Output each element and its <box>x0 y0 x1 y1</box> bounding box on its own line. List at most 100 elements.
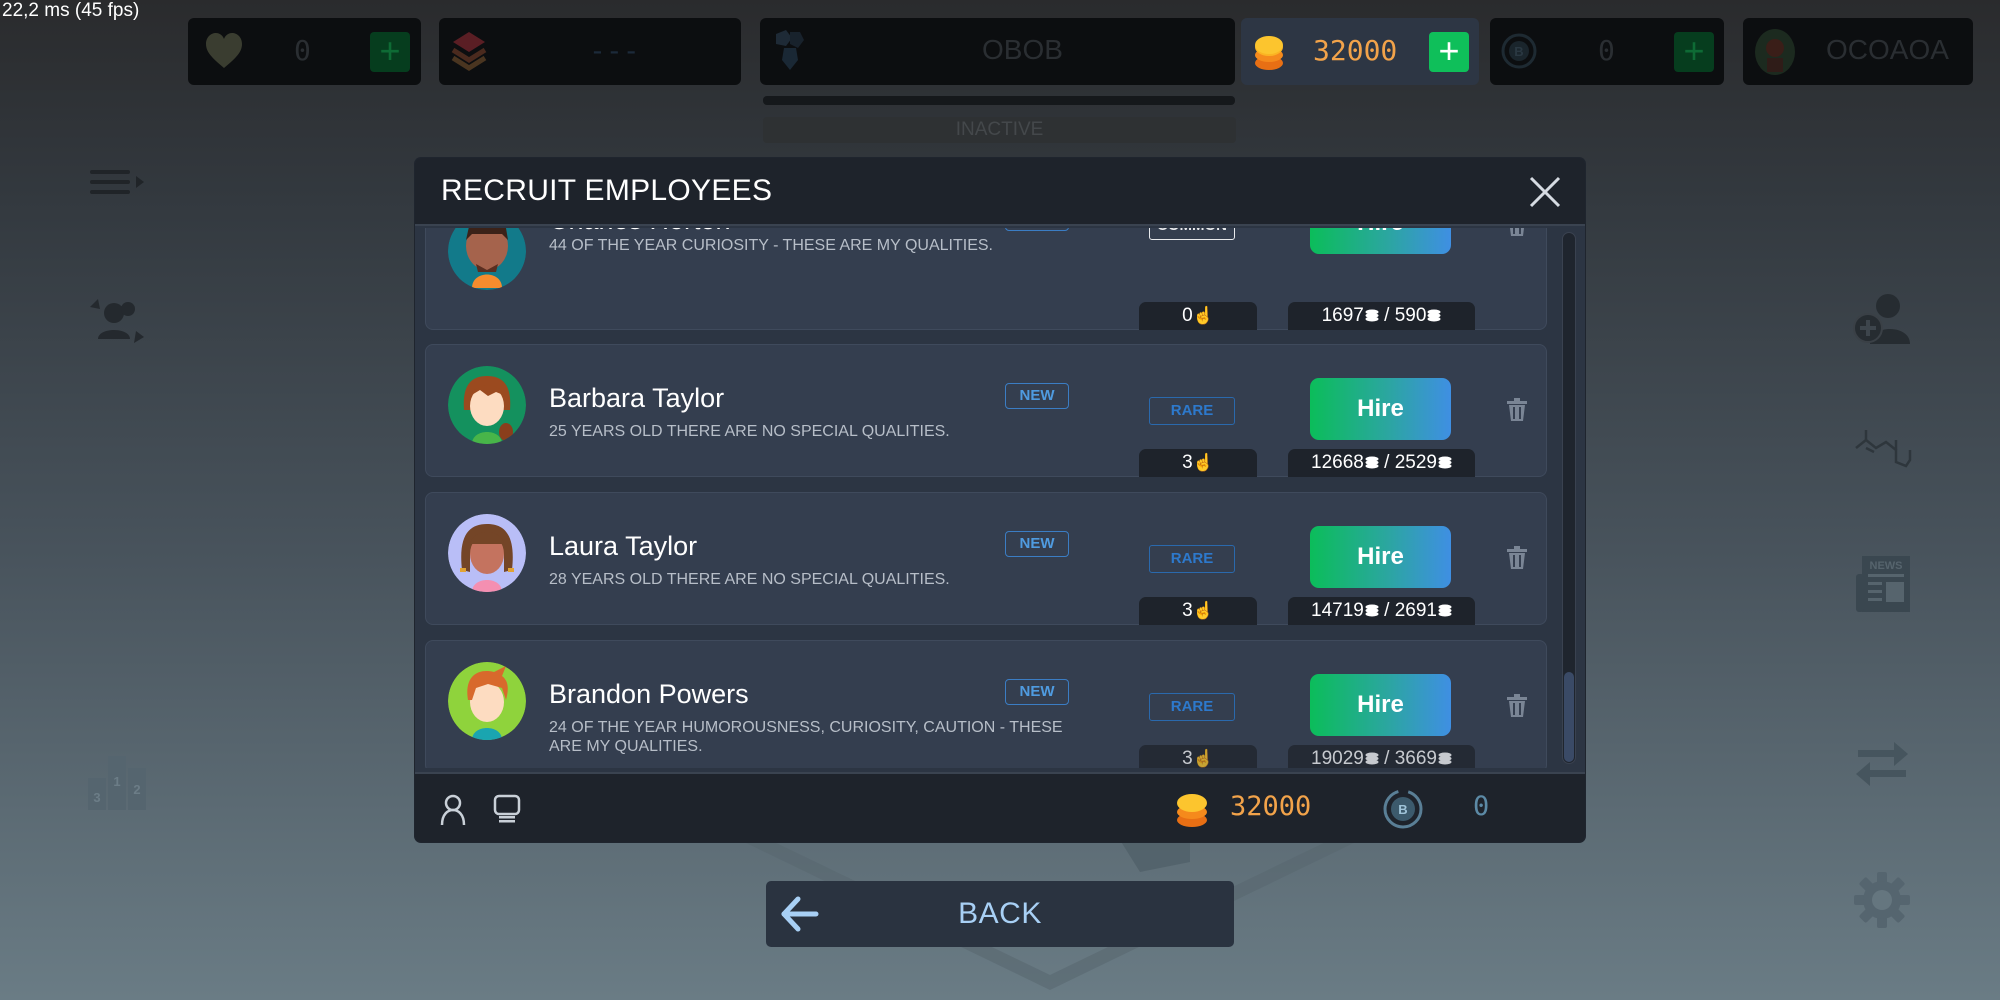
new-badge: NEW <box>1005 383 1069 409</box>
candidate-name: Brandon Powers <box>549 679 749 709</box>
coin-icon <box>1365 604 1379 617</box>
avatar <box>448 514 526 592</box>
candidate-card: Barbara Taylor 25 YEARS OLD THERE ARE NO… <box>425 344 1547 477</box>
avatar <box>448 366 526 444</box>
svg-text:3: 3 <box>93 790 100 805</box>
exchange-icon[interactable] <box>1852 740 1912 790</box>
footer-bitcoin-value: 0 <box>1473 791 1490 822</box>
status-label: INACTIVE <box>763 117 1236 143</box>
add-bitcoin-button[interactable]: + <box>1674 32 1714 72</box>
molecule-icon[interactable] <box>1852 420 1912 480</box>
avatar <box>448 662 526 740</box>
fps-counter: 22,2 ms (45 fps) <box>2 0 140 21</box>
newspaper-icon[interactable]: NEWS <box>1852 554 1912 614</box>
hearts-value: 0 <box>294 34 311 67</box>
coin-icon <box>1427 309 1441 322</box>
people-swap-icon[interactable] <box>86 295 148 345</box>
hand-pointer-icon: ☝ <box>1192 453 1214 472</box>
gear-icon[interactable] <box>1852 870 1912 930</box>
rarity-badge: RARE <box>1149 397 1235 425</box>
rarity-badge: RARE <box>1149 545 1235 573</box>
podium-icon[interactable]: 312 <box>86 752 148 812</box>
heart-icon <box>206 33 242 68</box>
profile-slot[interactable]: OCOAOA <box>1743 18 1973 85</box>
coin-icon <box>1438 604 1452 617</box>
dialog-footer: 32000 B 0 <box>415 772 1585 842</box>
candidate-card: Brandon Powers 24 OF THE YEAR HUMOROUSNE… <box>425 640 1547 768</box>
layers-slot: --- <box>439 18 741 85</box>
status-progress-bar <box>763 96 1235 105</box>
coin-icon <box>1438 752 1452 765</box>
hand-pointer-icon: ☝ <box>1192 601 1214 620</box>
svg-text:B: B <box>1398 802 1407 817</box>
new-badge: NEW <box>1005 531 1069 557</box>
add-user-icon[interactable] <box>1852 290 1912 346</box>
back-button[interactable]: BACK <box>766 881 1234 947</box>
candidate-list[interactable]: Charles Horton 44 OF THE YEAR CURIOSITY … <box>415 228 1560 768</box>
candidate-description: 44 OF THE YEAR CURIOSITY - THESE ARE MY … <box>549 237 993 254</box>
hand-pointer-icon: ☝ <box>1192 306 1214 325</box>
candidate-name: Laura Taylor <box>549 531 698 561</box>
hand-pointer-icon: ☝ <box>1192 749 1214 768</box>
trash-icon[interactable] <box>1506 398 1528 422</box>
profile-name: OCOAOA <box>1826 34 1949 65</box>
recruit-employees-dialog: RECRUIT EMPLOYEES Charles Horton 44 OF T… <box>415 158 1585 842</box>
list-scrollbar[interactable] <box>1562 232 1576 764</box>
candidate-description: 24 OF THE YEAR HUMOROUSNESS, CURIOSITY, … <box>549 719 1063 755</box>
cost-salary: 12668 / 2529 <box>1288 449 1475 477</box>
coin-icon <box>1365 456 1379 469</box>
bitcoin-slot: B 0 + <box>1490 18 1724 85</box>
dialog-title: RECRUIT EMPLOYEES <box>441 174 773 207</box>
hexagon-cluster-icon <box>776 30 804 70</box>
back-label: BACK <box>958 897 1042 930</box>
add-coins-button[interactable]: + <box>1429 32 1469 72</box>
avatar-icon <box>1755 29 1795 75</box>
cost-salary: 14719 / 2691 <box>1288 597 1475 625</box>
person-icon[interactable] <box>439 794 467 826</box>
trash-icon[interactable] <box>1506 546 1528 570</box>
trash-icon[interactable] <box>1506 694 1528 718</box>
svg-text:B: B <box>1514 44 1523 59</box>
candidate-card: Charles Horton 44 OF THE YEAR CURIOSITY … <box>425 228 1547 330</box>
svg-text:2: 2 <box>133 782 140 797</box>
click-count: 3☝ <box>1139 745 1257 768</box>
coin-stack-icon <box>1255 36 1283 70</box>
cost-salary: 1697 / 590 <box>1288 302 1475 330</box>
hire-button[interactable]: Hire <box>1310 526 1451 588</box>
candidate-name: Charles Horton <box>549 228 731 236</box>
coin-icon <box>1365 752 1379 765</box>
click-count: 3☝ <box>1139 449 1257 477</box>
rarity-badge: RARE <box>1149 693 1235 721</box>
svg-text:NEWS: NEWS <box>1870 560 1903 572</box>
coins-value: 32000 <box>1313 34 1398 67</box>
new-badge: NEW <box>1005 228 1069 231</box>
candidate-description: 25 YEARS OLD THERE ARE NO SPECIAL QUALIT… <box>549 423 950 440</box>
candidate-name: Barbara Taylor <box>549 383 725 413</box>
coin-icon <box>1438 456 1452 469</box>
hire-button[interactable]: Hire <box>1310 674 1451 736</box>
close-icon[interactable] <box>1525 172 1565 212</box>
monitor-icon[interactable] <box>493 794 521 824</box>
bitcoin-icon: B <box>1501 33 1537 69</box>
scrollbar-thumb[interactable] <box>1564 672 1574 762</box>
rarity-badge: COMMON <box>1149 228 1235 240</box>
trash-icon[interactable] <box>1506 228 1528 237</box>
coin-icon <box>1365 309 1379 322</box>
bitcoin-icon: B <box>1383 789 1423 829</box>
coins-slot: 32000 + <box>1241 18 1479 85</box>
candidate-description: 28 YEARS OLD THERE ARE NO SPECIAL QUALIT… <box>549 571 950 588</box>
cost-salary: 19029 / 3669 <box>1288 745 1475 768</box>
hire-button[interactable]: Hire <box>1310 378 1451 440</box>
click-count: 3☝ <box>1139 597 1257 625</box>
svg-text:1: 1 <box>113 774 120 789</box>
menu-icon[interactable] <box>88 166 146 206</box>
add-hearts-button[interactable]: + <box>370 32 410 72</box>
hire-button[interactable]: Hire <box>1310 228 1451 254</box>
crystals-value: OBOB <box>982 34 1063 65</box>
new-badge: NEW <box>1005 679 1069 705</box>
candidate-card: Laura Taylor 28 YEARS OLD THERE ARE NO S… <box>425 492 1547 625</box>
dialog-header: RECRUIT EMPLOYEES <box>415 158 1585 226</box>
layers-value: --- <box>589 34 640 67</box>
bitcoin-value: 0 <box>1598 34 1615 67</box>
hearts-slot: 0 + <box>188 18 421 85</box>
